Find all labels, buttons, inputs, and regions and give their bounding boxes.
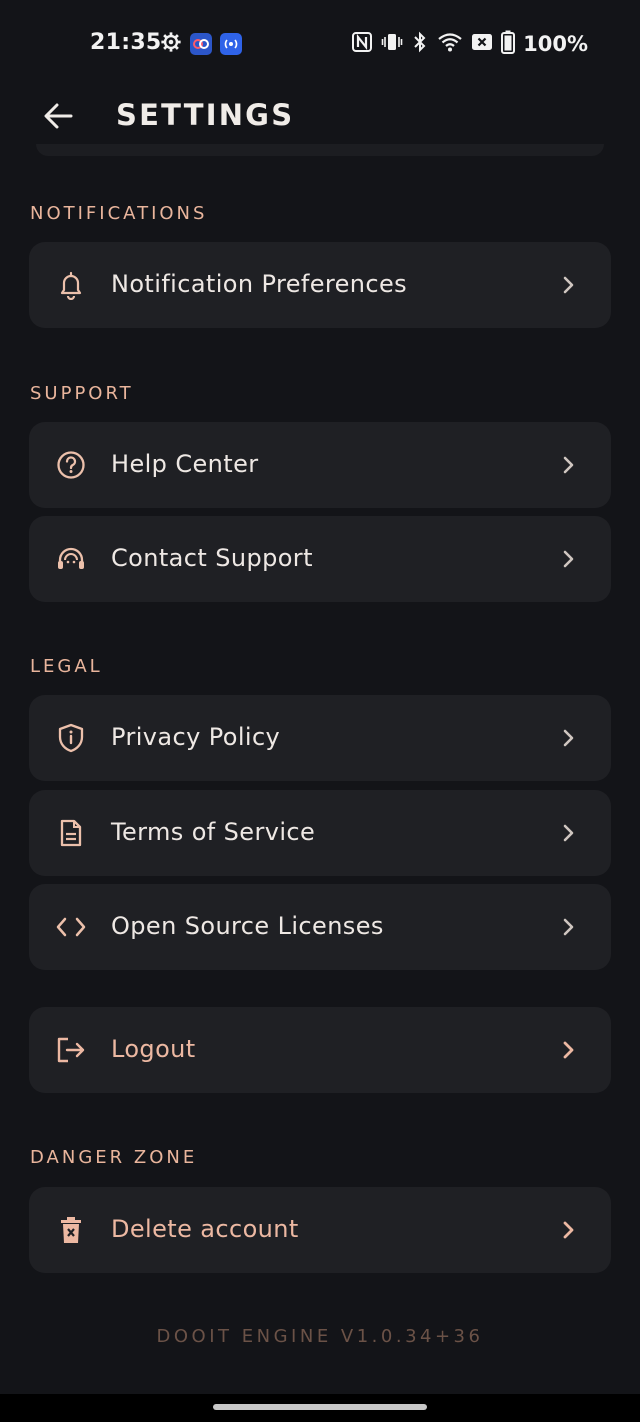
logout-row[interactable]: Logout xyxy=(29,1007,611,1093)
bluetooth-icon xyxy=(411,31,429,57)
headset-icon xyxy=(55,543,87,575)
notification-preferences-row[interactable]: Notification Preferences xyxy=(29,242,611,328)
wifi-icon xyxy=(437,31,463,57)
logout-icon xyxy=(55,1034,87,1066)
shield-info-icon xyxy=(55,722,87,754)
contact-support-label: Contact Support xyxy=(111,544,313,572)
chevron-right-icon xyxy=(557,453,581,477)
broadcast-icon xyxy=(220,33,242,55)
vibrate-icon xyxy=(381,31,403,57)
document-icon xyxy=(55,817,87,849)
bell-icon xyxy=(55,269,87,301)
delete-account-row[interactable]: Delete account xyxy=(29,1187,611,1273)
trash-icon xyxy=(55,1214,87,1246)
chevron-right-icon xyxy=(557,821,581,845)
scrolled-card-edge xyxy=(36,144,604,156)
status-bar: 21:35 100% xyxy=(0,0,640,88)
chevron-right-icon xyxy=(557,273,581,297)
contact-support-row[interactable]: Contact Support xyxy=(29,516,611,602)
chevron-right-icon xyxy=(557,1218,581,1242)
section-heading-legal: LEGAL xyxy=(30,656,103,677)
terms-of-service-label: Terms of Service xyxy=(111,818,316,846)
open-source-licenses-label: Open Source Licenses xyxy=(111,912,384,940)
chevron-right-icon xyxy=(557,1038,581,1062)
page-title: SETTINGS xyxy=(116,98,295,132)
notification-preferences-label: Notification Preferences xyxy=(111,270,408,298)
status-time: 21:35 xyxy=(90,30,162,55)
arrow-left-icon xyxy=(42,100,74,136)
gesture-nav-bar xyxy=(0,1394,640,1422)
app-notification-icon xyxy=(190,33,212,55)
help-center-label: Help Center xyxy=(111,450,259,478)
settings-gear-icon xyxy=(160,31,182,57)
battery-icon xyxy=(501,30,516,58)
chevron-right-icon xyxy=(557,915,581,939)
chevron-right-icon xyxy=(557,726,581,750)
chevron-right-icon xyxy=(557,547,581,571)
privacy-policy-label: Privacy Policy xyxy=(111,723,281,751)
status-left-icons xyxy=(160,31,242,57)
open-source-licenses-row[interactable]: Open Source Licenses xyxy=(29,884,611,970)
help-circle-icon xyxy=(55,449,87,481)
section-heading-support: SUPPORT xyxy=(30,383,134,404)
delete-account-label: Delete account xyxy=(111,1215,299,1243)
no-sim-icon xyxy=(471,31,493,57)
logout-label: Logout xyxy=(111,1035,196,1063)
top-app-bar: SETTINGS xyxy=(0,88,640,148)
privacy-policy-row[interactable]: Privacy Policy xyxy=(29,695,611,781)
code-icon xyxy=(55,911,87,943)
terms-of-service-row[interactable]: Terms of Service xyxy=(29,790,611,876)
section-heading-notifications: NOTIFICATIONS xyxy=(30,203,208,224)
nfc-icon xyxy=(351,31,373,57)
status-right-icons: 100% xyxy=(351,30,588,58)
battery-percentage: 100% xyxy=(523,32,588,56)
help-center-row[interactable]: Help Center xyxy=(29,422,611,508)
home-gesture-handle[interactable] xyxy=(213,1404,427,1410)
back-button[interactable] xyxy=(36,96,80,140)
app-version-text: DOOIT ENGINE V1.0.34+36 xyxy=(156,1326,484,1347)
section-heading-danger-zone: DANGER ZONE xyxy=(30,1147,198,1168)
